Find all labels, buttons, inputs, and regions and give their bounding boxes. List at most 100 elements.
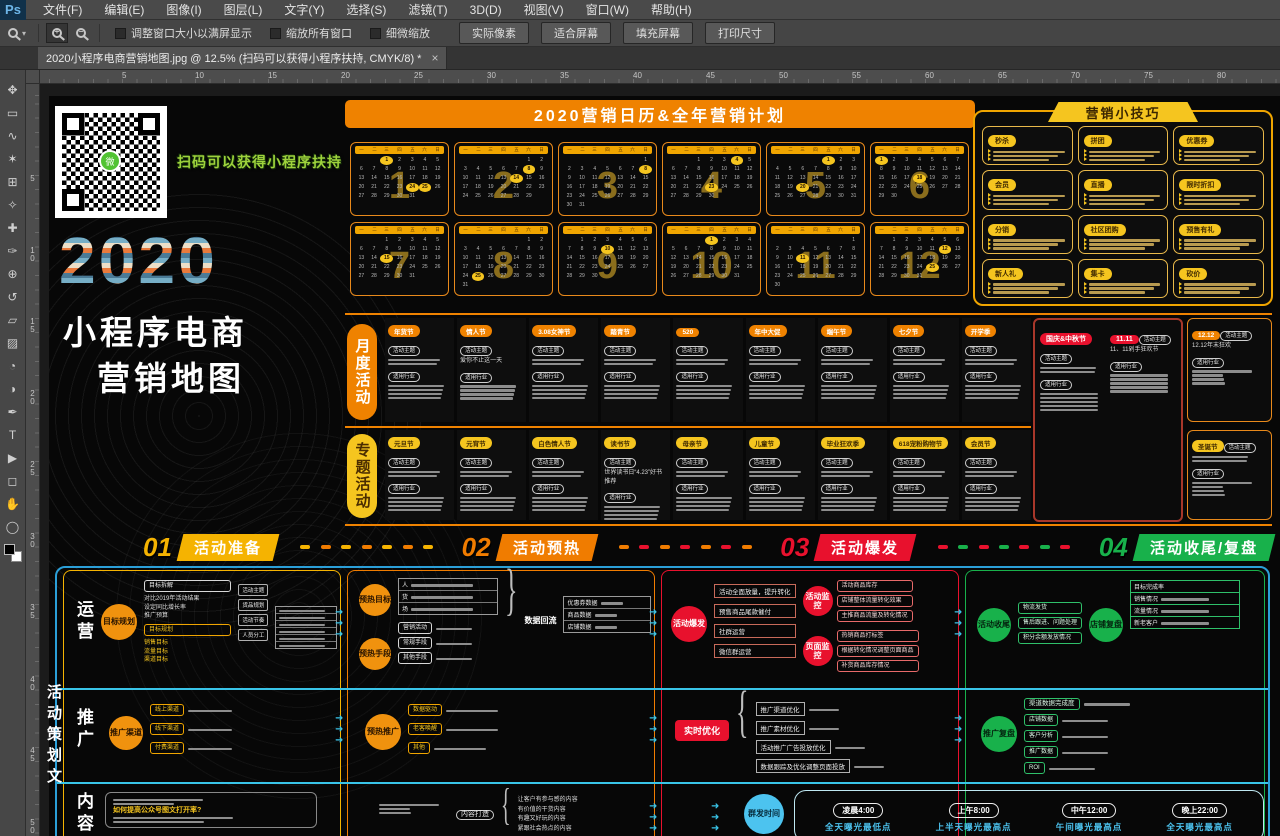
- options-button[interactable]: 实际像素: [459, 22, 529, 44]
- text-bar: [965, 497, 1021, 500]
- arrow-icon: ➜: [335, 725, 343, 734]
- horizontal-ruler: 5101520253035404550556065707580: [40, 70, 1280, 84]
- pen-tool[interactable]: ✒: [2, 400, 24, 423]
- day-cell: 17: [718, 174, 731, 183]
- close-icon[interactable]: ×: [431, 51, 438, 65]
- options-checkbox[interactable]: 缩放所有窗口: [270, 25, 352, 41]
- document-tab[interactable]: 2020小程序电商营销地图.jpg @ 12.5% (扫码可以获得小程序扶持, …: [38, 47, 447, 69]
- ruler-number: 25: [414, 71, 423, 80]
- brush-tool[interactable]: ✑: [2, 239, 24, 262]
- type-tool[interactable]: T: [2, 423, 24, 446]
- day-cell: 4: [771, 165, 784, 174]
- menu-item[interactable]: 图层(L): [213, 0, 274, 20]
- path-selection-tool[interactable]: ▶: [2, 446, 24, 469]
- move-tool[interactable]: ✥: [2, 78, 24, 101]
- weekday-label: 三: [801, 147, 806, 152]
- zoom-tool-icon[interactable]: ▾: [8, 28, 26, 38]
- zoom-out-button[interactable]: −: [70, 23, 92, 43]
- lasso-tool[interactable]: ∿: [2, 124, 24, 147]
- text-bar: [893, 397, 946, 400]
- options-button[interactable]: 适合屏幕: [541, 22, 611, 44]
- checkbox-box[interactable]: [115, 28, 126, 39]
- history-brush-tool[interactable]: ↺: [2, 285, 24, 308]
- healing-brush-tool[interactable]: ✚: [2, 216, 24, 239]
- text-bar: [749, 385, 805, 388]
- checkbox-box[interactable]: [270, 28, 281, 39]
- phase-number: 01: [143, 532, 172, 563]
- menu-item[interactable]: 3D(D): [459, 0, 513, 20]
- day-cell: 28: [951, 183, 964, 192]
- day-cell: 6: [497, 165, 510, 174]
- day-cell: 1: [888, 236, 901, 245]
- activity-card: 端午节活动主题适用行业: [818, 318, 887, 422]
- row-label: 流量情况: [1134, 606, 1158, 615]
- table-row: 目标完成率: [1131, 581, 1239, 592]
- day-grid: 1234567891011121314151617181920212223242…: [767, 155, 864, 202]
- weekday-label: 一: [879, 147, 884, 152]
- options-checkbox[interactable]: 细微缩放: [370, 25, 430, 41]
- day-cell: 2: [535, 156, 548, 165]
- day-cell: [809, 236, 822, 245]
- gradient-tool[interactable]: ▨: [2, 331, 24, 354]
- blur-tool[interactable]: ◔: [2, 354, 24, 377]
- table-row: 优惠券数据: [564, 597, 650, 608]
- tip-card: 优惠券: [1173, 126, 1264, 165]
- text-bar: [604, 518, 657, 520]
- activity-card: 白色情人节活动主题适用行业: [529, 430, 598, 520]
- shape-tool[interactable]: ◻: [2, 469, 24, 492]
- text-bar: [749, 471, 801, 474]
- text-bar: [604, 389, 659, 392]
- flow-arrows-icon: ➜➜➜: [649, 714, 657, 745]
- hand-tool[interactable]: ✋: [2, 492, 24, 515]
- day-cell: 19: [743, 174, 756, 183]
- day-cell: 9: [900, 245, 913, 254]
- eyedropper-tool[interactable]: ✧: [2, 193, 24, 216]
- options-button[interactable]: 填充屏幕: [623, 22, 693, 44]
- plan-box: 货品规划: [238, 599, 268, 611]
- day-cell: 17: [406, 254, 419, 263]
- menu-item[interactable]: 图像(I): [155, 0, 212, 20]
- text-bar: [604, 359, 656, 362]
- crop-tool[interactable]: ⊞: [2, 170, 24, 193]
- color-swatches[interactable]: [4, 544, 22, 562]
- text-bar: [893, 385, 949, 388]
- checkbox-box[interactable]: [370, 28, 381, 39]
- magic-wand-tool[interactable]: ✶: [2, 147, 24, 170]
- day-cell: 11: [472, 174, 485, 183]
- options-checkbox[interactable]: 调整窗口大小以满屏显示: [115, 25, 252, 41]
- zoom-in-button[interactable]: +: [46, 23, 68, 43]
- foreground-color[interactable]: [4, 544, 15, 555]
- zoom-tool[interactable]: ◯: [2, 515, 24, 538]
- dodge-tool[interactable]: ◑: [2, 377, 24, 400]
- marquee-tool[interactable]: ▭: [2, 101, 24, 124]
- menu-item[interactable]: 滤镜(T): [397, 0, 458, 20]
- menu-item[interactable]: 帮助(H): [640, 0, 703, 20]
- day-cell: 8: [692, 165, 705, 174]
- theme-section: 活动主题: [460, 451, 523, 477]
- activity-card: 开学季活动主题适用行业: [962, 318, 1031, 422]
- menu-item[interactable]: 窗口(W): [575, 0, 640, 20]
- menu-item[interactable]: 选择(S): [335, 0, 397, 20]
- menu-item[interactable]: 文件(F): [32, 0, 93, 20]
- text-bar: [1192, 490, 1224, 493]
- eraser-tool[interactable]: ▱: [2, 308, 24, 331]
- industry-section: 适用行业: [388, 365, 451, 399]
- options-button[interactable]: 打印尺寸: [705, 22, 775, 44]
- day-cell: 6: [355, 165, 368, 174]
- weekday-label: 四: [397, 147, 402, 152]
- phase-number: 04: [1099, 532, 1128, 563]
- industry-bars: [388, 385, 451, 400]
- day-cell: 23: [888, 183, 901, 192]
- industry-section: 适用行业: [821, 365, 884, 399]
- row-label: 销售情况: [1134, 594, 1158, 603]
- menu-item[interactable]: 编辑(E): [93, 0, 155, 20]
- weekday-label: 二: [580, 227, 585, 232]
- menu-item[interactable]: 文字(Y): [273, 0, 335, 20]
- clone-stamp-tool[interactable]: ⊕: [2, 262, 24, 285]
- day-cell: 16: [563, 183, 576, 192]
- day-cell: 9: [835, 165, 848, 174]
- menu-item[interactable]: 视图(V): [513, 0, 575, 20]
- tip-card: 拼团: [1078, 126, 1169, 165]
- checkbox-label: 细微缩放: [386, 25, 430, 41]
- text-bar: [1089, 195, 1161, 198]
